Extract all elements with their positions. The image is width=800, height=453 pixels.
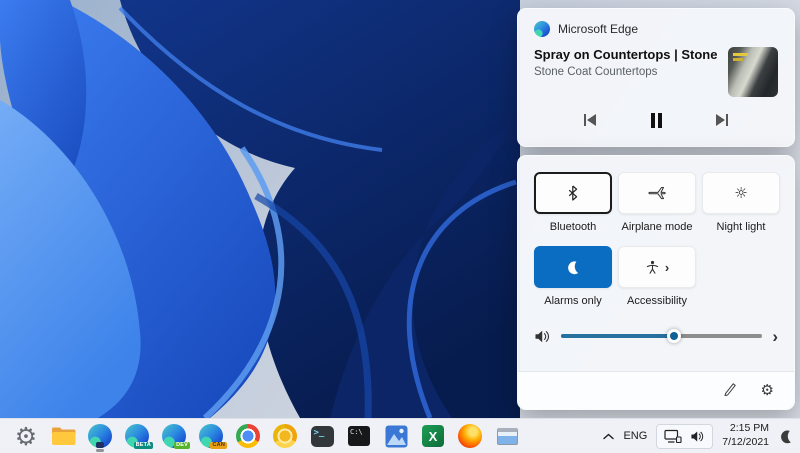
firefox-icon	[458, 424, 482, 448]
accessibility-tile[interactable]: ›	[618, 246, 696, 288]
show-hidden-icons-button[interactable]	[603, 433, 614, 440]
next-track-icon	[714, 113, 730, 127]
running-indicator	[96, 449, 104, 452]
airplane-mode-tile[interactable]	[618, 172, 696, 214]
edge-dev-badge: DEV	[174, 442, 190, 450]
accessibility-icon	[645, 260, 660, 275]
taskbar-file-explorer-button[interactable]	[47, 420, 79, 452]
taskbar-firefox-button[interactable]	[454, 420, 486, 452]
chrome-icon	[236, 424, 260, 448]
volume-mute-button[interactable]	[534, 329, 551, 344]
tray-time: 2:15 PM	[722, 422, 769, 436]
gear-icon: ⚙	[761, 381, 774, 399]
pause-icon	[650, 113, 663, 128]
speaker-icon	[534, 329, 551, 344]
pause-button[interactable]	[643, 109, 669, 131]
terminal-prompt-glyph: >_	[314, 428, 325, 438]
taskbar-edge-button[interactable]	[84, 420, 116, 452]
alarms-only-label: Alarms only	[544, 295, 601, 307]
taskbar-command-prompt-button[interactable]: C:\	[343, 420, 375, 452]
volume-slider-thumb[interactable]	[667, 329, 681, 343]
volume-output-expand-button[interactable]: ›	[772, 328, 778, 345]
clock[interactable]: 2:15 PM 7/12/2021	[722, 422, 769, 449]
moon-icon	[776, 426, 796, 446]
night-light-label: Night light	[717, 221, 766, 233]
taskbar-settings-button[interactable]: ⚙	[10, 420, 42, 452]
network-volume-tray-button[interactable]	[656, 424, 713, 449]
taskbar-windows-terminal-button[interactable]: >_	[306, 420, 338, 452]
windows-desktop: Microsoft Edge Spray on Countertops | St…	[0, 0, 800, 453]
volume-slider-fill	[561, 334, 674, 338]
airplane-mode-label: Airplane mode	[622, 221, 693, 233]
command-prompt-icon: C:\	[348, 426, 370, 446]
taskbar-edge-dev-button[interactable]: DEV	[158, 420, 190, 452]
taskbar-chrome-canary-button[interactable]	[269, 420, 301, 452]
excel-x-glyph: X	[429, 429, 438, 444]
edge-beta-badge: BETA	[134, 442, 153, 450]
legacy-app-icon	[497, 428, 518, 445]
system-tray: ENG 2:15 PM 7/12/2021	[603, 422, 794, 449]
chrome-canary-icon	[273, 424, 297, 448]
edge-canary-badge: CAN	[210, 442, 227, 450]
media-app-header: Microsoft Edge	[534, 21, 778, 37]
airplane-icon	[648, 186, 666, 200]
settings-shortcut-button[interactable]: ⚙	[761, 383, 774, 398]
media-title: Spray on Countertops | Stone Coat E...	[534, 47, 718, 62]
focus-assist-button[interactable]	[778, 428, 794, 444]
chevron-up-icon	[603, 433, 614, 440]
pencil-icon	[723, 382, 737, 396]
taskbar-legacy-app-button[interactable]	[491, 420, 523, 452]
cmd-prompt-glyph: C:\	[350, 428, 363, 436]
quick-settings-panel: Bluetooth Airplane mode ☼ Night light	[517, 155, 795, 410]
ethernet-icon	[664, 429, 682, 444]
chevron-right-icon: ›	[665, 261, 669, 274]
taskbar-photos-button[interactable]	[380, 420, 412, 452]
moon-icon	[563, 257, 582, 276]
night-light-tile[interactable]: ☼	[702, 172, 780, 214]
bluetooth-tile[interactable]	[534, 172, 612, 214]
media-subtitle: Stone Coat Countertops	[534, 66, 718, 78]
taskbar-excel-button[interactable]: X	[417, 420, 449, 452]
taskbar-edge-canary-button[interactable]: CAN	[195, 420, 227, 452]
next-track-button[interactable]	[709, 109, 735, 131]
previous-track-button[interactable]	[577, 109, 603, 131]
speaker-icon	[690, 430, 705, 443]
windows-terminal-icon: >_	[311, 426, 334, 447]
media-session-card: Microsoft Edge Spray on Countertops | St…	[517, 8, 795, 147]
photos-icon	[385, 425, 408, 448]
previous-track-icon	[582, 113, 598, 127]
taskbar: ⚙ BETA DEV C	[0, 418, 800, 453]
language-indicator[interactable]: ENG	[623, 430, 647, 442]
edge-badge	[96, 442, 104, 448]
edit-quick-settings-button[interactable]	[723, 382, 737, 399]
tray-date: 7/12/2021	[722, 436, 769, 450]
taskbar-edge-beta-button[interactable]: BETA	[121, 420, 153, 452]
quick-settings-footer: ⚙	[518, 371, 794, 409]
media-app-name: Microsoft Edge	[558, 22, 638, 36]
chevron-right-icon: ›	[772, 328, 778, 345]
alarms-only-tile[interactable]	[534, 246, 612, 288]
accessibility-label: Accessibility	[627, 295, 687, 307]
media-thumbnail	[728, 47, 778, 97]
taskbar-chrome-button[interactable]	[232, 420, 264, 452]
folder-icon	[51, 426, 76, 446]
excel-icon: X	[422, 425, 444, 447]
volume-slider[interactable]	[561, 328, 762, 344]
edge-icon	[534, 21, 550, 37]
gear-icon: ⚙	[15, 424, 37, 449]
bluetooth-label: Bluetooth	[550, 221, 596, 233]
night-light-icon: ☼	[734, 186, 747, 201]
bluetooth-icon	[567, 185, 579, 201]
